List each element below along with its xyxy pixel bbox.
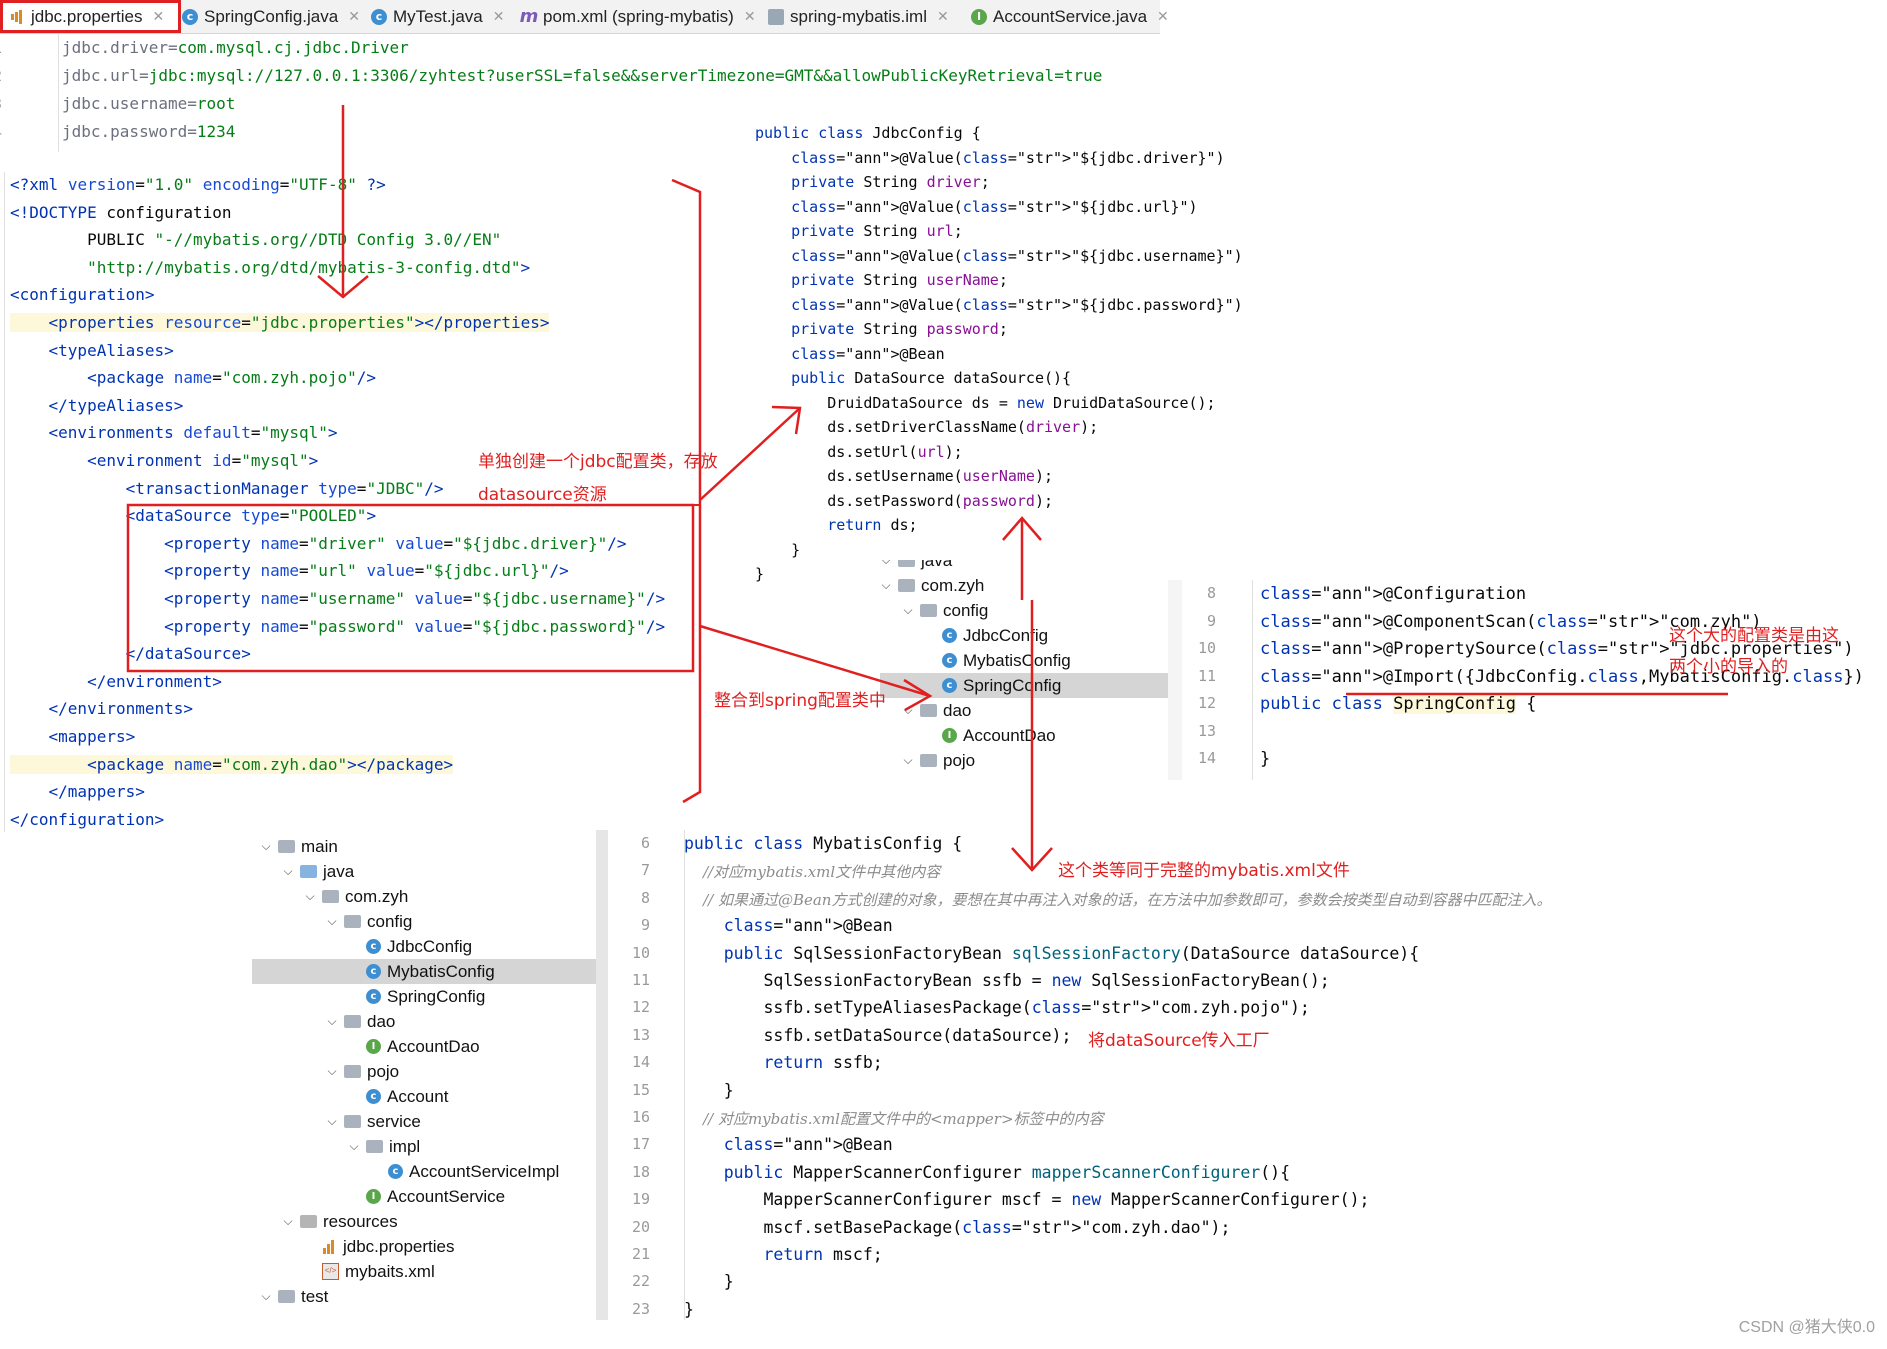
watermark: CSDN @猪大侠0.0: [1738, 1319, 1875, 1336]
annotation-jdbc-class-1: 单独创建一个jdbc配置类，存放: [478, 452, 718, 472]
annotation-datasource: 将dataSource传入工厂: [1088, 1031, 1270, 1051]
annotation-overlay: [126, 105, 1728, 872]
annotation-integrate: 整合到spring配置类中: [714, 691, 886, 711]
annotation-spring-2: 两个小的导入的: [1669, 657, 1788, 677]
datasource-highlight-box: [126, 503, 695, 673]
annotation-jdbc-class-2: datasource资源: [478, 485, 607, 505]
annotation-mybatis-class: 这个类等同于完整的mybatis.xml文件: [1058, 861, 1350, 881]
annotation-spring-1: 这个大的配置类是由这: [1669, 626, 1839, 646]
bracket-xml-to-java: [671, 178, 702, 804]
